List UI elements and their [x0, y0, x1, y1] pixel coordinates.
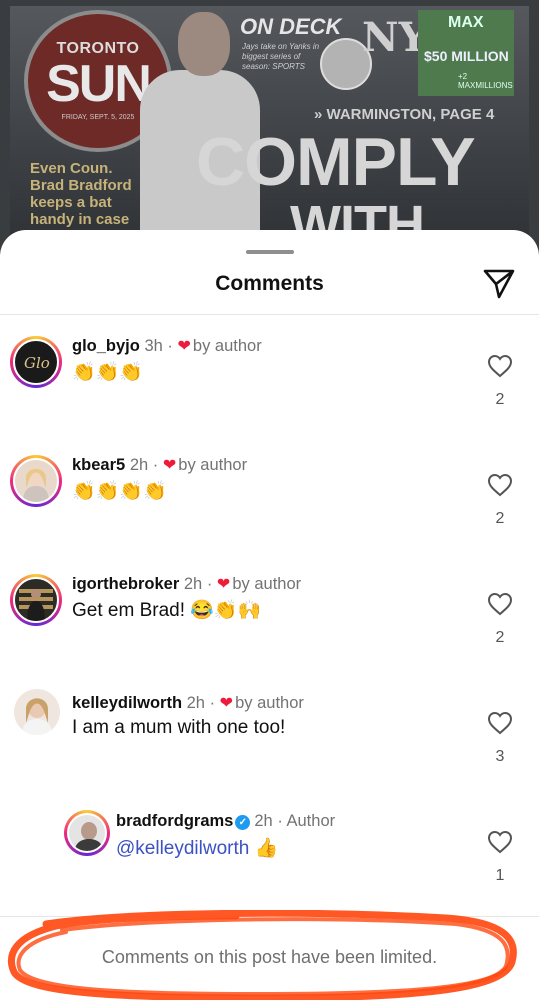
sheet-title: Comments — [215, 272, 324, 295]
liked-by-author-heart-icon: ❤ — [216, 576, 231, 593]
comment-header: glo_byjo 3h · ❤ by author — [72, 337, 262, 355]
post-image-background: TORONTO SUN FRIDAY, SEPT. 5, 2025 ON DEC… — [0, 0, 539, 260]
side-story-text: Even Coun. Brad Bradford keeps a bat han… — [30, 160, 132, 228]
liked-by-author-label: by author — [232, 575, 302, 593]
mention-link[interactable]: @kelleydilworth — [116, 838, 249, 859]
share-send-icon[interactable] — [482, 266, 516, 300]
comment-time: 3h — [144, 337, 163, 355]
like-heart-icon[interactable] — [487, 711, 513, 735]
avatar[interactable]: Glo — [10, 336, 62, 388]
on-deck-subtext: Jays take on Yanks in biggest series of … — [242, 42, 320, 71]
comment-item: kbear5 2h · ❤ by author 👏👏👏👏 2 — [0, 449, 539, 549]
liked-by-author-heart-icon: ❤ — [162, 457, 177, 474]
liked-by-author-label: by author — [235, 694, 304, 712]
comment-text: 👏👏👏 — [72, 362, 143, 383]
comment-header: kelleydilworth 2h · ❤ by author — [72, 694, 304, 712]
lottery-plus: +2 MAXMILLIONS — [458, 72, 513, 90]
comment-header: kbear5 2h · ❤ by author — [72, 456, 248, 474]
like-count: 3 — [495, 748, 505, 765]
comment-item: kelleydilworth 2h · ❤ by author I am a mu… — [0, 687, 539, 787]
comment-text: Get em Brad! 😂👏🙌 — [72, 600, 262, 621]
comment-time: 2h — [129, 456, 149, 474]
comment-time: 2h — [186, 694, 205, 712]
avatar[interactable] — [64, 810, 110, 856]
avatar[interactable] — [10, 455, 62, 507]
like-count: 2 — [495, 391, 505, 408]
liked-by-author-label: by author — [192, 337, 262, 355]
like-heart-icon[interactable] — [487, 354, 513, 378]
comment-text: 👏👏👏👏 — [72, 481, 167, 502]
verified-badge-icon: ✓ — [235, 815, 251, 830]
avatar[interactable] — [10, 574, 62, 626]
liked-by-author-heart-icon: ❤ — [219, 695, 234, 712]
svg-text:Glo: Glo — [24, 354, 50, 372]
comments-sheet: Comments Glo glo_byjo 3h · ❤ by author 👏👏… — [0, 230, 539, 1000]
comment-username[interactable]: glo_byjo — [72, 337, 140, 355]
avatar[interactable] — [14, 689, 60, 735]
reply-username[interactable]: bradfordgrams — [116, 812, 233, 830]
like-heart-icon[interactable] — [487, 592, 513, 616]
comment-username[interactable]: kbear5 — [72, 456, 125, 474]
comments-limited-notice: Comments on this post have been limited. — [101, 947, 438, 967]
like-heart-icon[interactable] — [487, 473, 513, 497]
reply-item: bradfordgrams ✓ 2h · Author @kelleydilwort… — [0, 806, 539, 906]
like-heart-icon[interactable] — [487, 830, 513, 854]
author-badge: Author — [286, 812, 336, 830]
reply-time: 2h — [254, 812, 273, 830]
lottery-amount: $50 MILLION — [424, 48, 509, 64]
comment-item: igorthebroker 2h · ❤ by author Get em Bra… — [0, 568, 539, 668]
like-count: 1 — [495, 867, 505, 884]
sheet-grab-handle[interactable] — [246, 250, 294, 254]
comment-time: 2h — [183, 575, 203, 593]
cover-headline: COMPLY — [196, 124, 476, 200]
comment-username[interactable]: kelleydilworth — [72, 694, 182, 712]
liked-by-author-label: by author — [178, 456, 248, 474]
comment-header: igorthebroker 2h · ❤ by author — [72, 575, 302, 593]
lottery-brand: MAX — [448, 14, 484, 31]
comment-header: bradfordgrams ✓ 2h · Author — [116, 812, 336, 830]
comment-item: Glo glo_byjo 3h · ❤ by author 👏👏👏 2 — [0, 330, 539, 430]
comment-text: I am a mum with one too! — [72, 717, 286, 738]
title-divider — [0, 314, 539, 315]
reply-emoji: 👍 — [254, 838, 279, 859]
like-count: 2 — [495, 510, 505, 527]
lottery-ad: MAX $50 MILLION +2 MAXMILLIONS — [418, 10, 514, 96]
on-deck-heading: ON DECK — [240, 14, 342, 39]
like-count: 2 — [495, 629, 505, 646]
comment-username[interactable]: igorthebroker — [72, 575, 179, 593]
liked-by-author-heart-icon: ❤ — [177, 338, 191, 355]
warmington-teaser: » WARMINGTON, PAGE 4 — [314, 106, 495, 123]
